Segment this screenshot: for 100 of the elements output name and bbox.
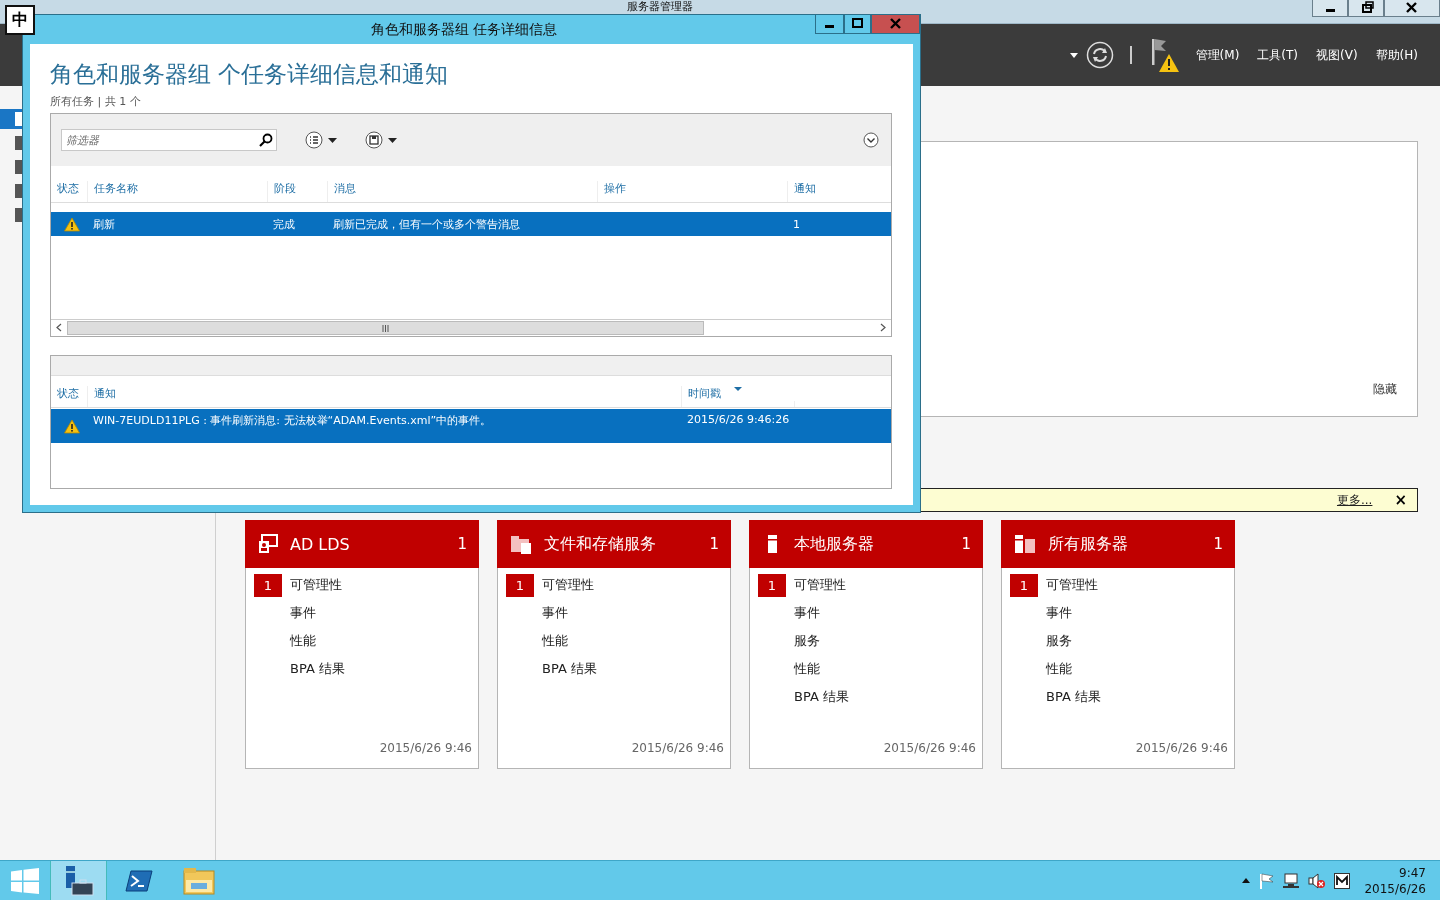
- sidebar-item[interactable]: [0, 109, 22, 129]
- folder-icon: [510, 534, 532, 554]
- count-badge: 1: [758, 573, 786, 597]
- close-icon[interactable]: [1384, 0, 1440, 17]
- dropdown-caret-icon[interactable]: [1069, 52, 1078, 58]
- filter-field[interactable]: 筛选器: [61, 129, 277, 151]
- input-method-icon[interactable]: [1334, 872, 1351, 889]
- taskbar-button[interactable]: [50, 861, 107, 900]
- count-badge: 1: [254, 573, 282, 597]
- column-header[interactable]: 状态: [51, 181, 87, 202]
- column-header[interactable]: 操作: [597, 181, 787, 202]
- tray-expand-icon[interactable]: [1242, 878, 1251, 883]
- more-link[interactable]: 更多...: [1336, 491, 1373, 509]
- flag-warning-icon[interactable]: [1149, 37, 1180, 73]
- tile-header[interactable]: 文件和存储服务 1: [497, 520, 731, 568]
- save-icon: [365, 131, 383, 149]
- tile-item[interactable]: BPA 结果: [290, 660, 345, 678]
- close-button[interactable]: ×: [1394, 491, 1407, 509]
- sidebar-icon: [15, 184, 22, 198]
- tile-item[interactable]: 可管理性: [1046, 576, 1098, 594]
- caret-icon: [328, 137, 337, 143]
- tile-timestamp: 2015/6/26 9:46: [379, 741, 473, 757]
- horizontal-scrollbar[interactable]: [51, 319, 891, 336]
- search-icon: [259, 133, 273, 147]
- tile-title: 所有服务器: [1048, 533, 1129, 555]
- tile-timestamp: 2015/6/26 9:46: [631, 741, 725, 757]
- menu-item[interactable]: 工具(T): [1255, 44, 1301, 66]
- menu-item[interactable]: 管理(M): [1193, 44, 1242, 66]
- table-cell-text: WIN-7EUDLD11PLG : 事件刷新消息: 无法枚举“ADAM.Events.xml”中的事件。: [92, 413, 493, 428]
- speaker-muted-icon[interactable]: [1308, 872, 1327, 889]
- minimize-icon[interactable]: [815, 15, 844, 34]
- tile-item[interactable]: 服务: [794, 632, 820, 650]
- menu-item[interactable]: 视图(V): [1314, 44, 1360, 66]
- clock[interactable]: 9:47 2015/6/26: [1364, 864, 1426, 897]
- flag-icon[interactable]: [1258, 872, 1275, 889]
- network-icon[interactable]: [1282, 872, 1301, 889]
- tile-timestamp: 2015/6/26 9:46: [883, 741, 977, 757]
- tile-count: 1: [457, 535, 467, 553]
- task-summary: 所有任务 | 共 1 个: [50, 95, 141, 108]
- tile-count: 1: [961, 535, 971, 553]
- tile-item[interactable]: 事件: [1046, 604, 1072, 622]
- tile-timestamp: 2015/6/26 9:46: [1135, 741, 1229, 757]
- caret-icon: [388, 137, 397, 143]
- view-options-button[interactable]: [305, 131, 337, 149]
- dialog-heading: 角色和服务器组 个任务详细信息和通知: [50, 60, 450, 89]
- role-icon: [258, 534, 278, 554]
- column-header[interactable]: 时间戳: [681, 386, 794, 407]
- tile-item[interactable]: 性能: [1046, 660, 1072, 678]
- column-header[interactable]: 通知: [787, 181, 881, 202]
- table-cell-text: 完成: [272, 216, 296, 232]
- expand-icon[interactable]: [863, 132, 879, 148]
- clock-time: 9:47: [1399, 864, 1426, 881]
- tile-count: 1: [1213, 535, 1223, 553]
- count-badge: 1: [1010, 573, 1038, 597]
- sidebar-icon: [15, 208, 22, 222]
- tile-header[interactable]: 所有服务器 1: [1001, 520, 1235, 568]
- maximize-icon[interactable]: [844, 15, 871, 34]
- save-options-button[interactable]: [365, 131, 397, 149]
- column-header[interactable]: 任务名称: [87, 181, 267, 202]
- table-cell-text: 刷新已完成，但有一个或多个警告消息: [332, 216, 521, 232]
- tile-item[interactable]: BPA 结果: [1046, 688, 1101, 706]
- tile-item[interactable]: 可管理性: [542, 576, 594, 594]
- tile-header[interactable]: AD LDS 1: [245, 520, 479, 568]
- menu-item[interactable]: 帮助(H): [1373, 44, 1420, 66]
- tile-item[interactable]: 性能: [794, 660, 820, 678]
- tile-item[interactable]: 可管理性: [794, 576, 846, 594]
- notification-row[interactable]: WIN-7EUDLD11PLG : 事件刷新消息: 无法枚举“ADAM.Events.xml”中的事件。 2015/6/26 9:46:26: [51, 409, 891, 443]
- tile-item[interactable]: 可管理性: [290, 576, 342, 594]
- tile-item[interactable]: 性能: [542, 632, 568, 650]
- restore-icon[interactable]: [1348, 0, 1384, 17]
- column-header[interactable]: 消息: [327, 181, 597, 202]
- tile-item[interactable]: 事件: [542, 604, 568, 622]
- tile-item[interactable]: BPA 结果: [794, 688, 849, 706]
- tile-item[interactable]: 性能: [290, 632, 316, 650]
- input-mode-indicator[interactable]: 中: [5, 5, 35, 35]
- tile-header[interactable]: 本地服务器 1: [749, 520, 983, 568]
- tile-item[interactable]: BPA 结果: [542, 660, 597, 678]
- sidebar-icon: [15, 160, 22, 174]
- count-badge: 1: [506, 573, 534, 597]
- sidebar-icon: [15, 136, 22, 150]
- column-header[interactable]: 阶段: [267, 181, 327, 202]
- tile-count: 1: [709, 535, 719, 553]
- table-cell-text: 2015/6/26 9:46:26: [686, 413, 791, 426]
- grip-icon: [382, 324, 389, 332]
- task-row[interactable]: 刷新 完成 刷新已完成，但有一个或多个警告消息 1: [51, 212, 891, 236]
- column-header[interactable]: 状态: [51, 386, 87, 407]
- warning-icon: [64, 216, 80, 232]
- servers-icon: [1014, 534, 1036, 554]
- tile-item[interactable]: 事件: [290, 604, 316, 622]
- powershell-icon[interactable]: [124, 868, 153, 893]
- warning-icon: [64, 419, 80, 434]
- scrollbar-thumb[interactable]: [67, 321, 704, 335]
- sort-arrow-icon: [734, 387, 742, 391]
- hide-link[interactable]: 隐藏: [1373, 381, 1397, 398]
- column-header[interactable]: 通知: [87, 386, 681, 407]
- tile-item[interactable]: 服务: [1046, 632, 1072, 650]
- refresh-icon[interactable]: [1085, 41, 1114, 69]
- sidebar-icon: [15, 112, 22, 126]
- minimize-icon[interactable]: [1312, 0, 1348, 17]
- tile-item[interactable]: 事件: [794, 604, 820, 622]
